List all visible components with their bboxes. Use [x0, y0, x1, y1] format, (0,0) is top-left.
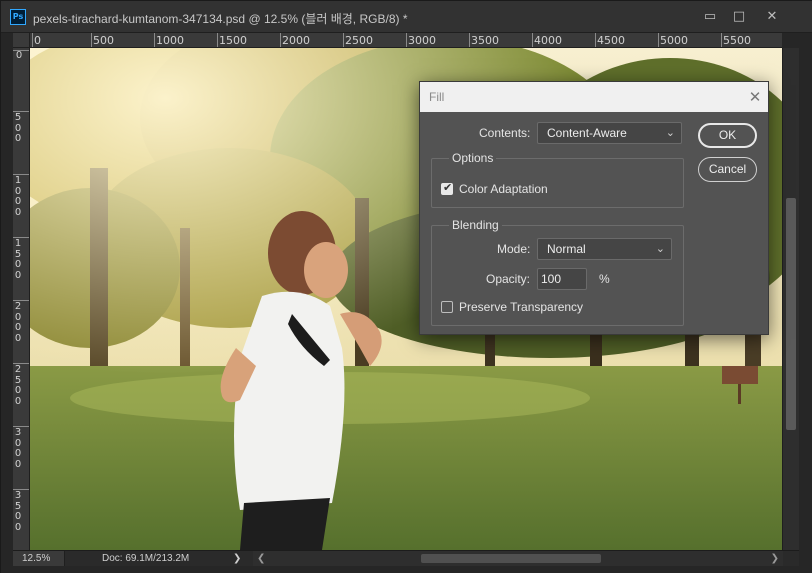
- ruler-tick: [406, 33, 407, 47]
- ok-button[interactable]: OK: [698, 123, 757, 148]
- minimize-button[interactable]: ▭: [696, 6, 724, 28]
- ruler-tick: [32, 33, 33, 47]
- ruler-label: 0: [34, 34, 41, 47]
- ruler-label: 4000: [534, 34, 562, 47]
- ruler-label: 500: [14, 112, 22, 144]
- color-adaptation-checkbox[interactable]: ✔: [441, 181, 453, 195]
- close-window-button[interactable]: ✕: [758, 6, 786, 28]
- ruler-label: 3000: [14, 427, 22, 470]
- mode-label: Mode:: [497, 242, 531, 256]
- ruler-label: 2500: [14, 364, 22, 407]
- contents-select[interactable]: Content-Aware ⌄: [537, 122, 682, 144]
- scroll-right-arrow-icon[interactable]: ❯: [771, 551, 779, 566]
- maximize-button[interactable]: □: [725, 6, 753, 28]
- ruler-label: 3500: [14, 490, 22, 533]
- dialog-close-icon[interactable]: ✕: [746, 88, 764, 106]
- color-adaptation-label: Color Adaptation: [459, 182, 548, 196]
- ruler-label: 1500: [219, 34, 247, 47]
- mode-select-value: Normal: [547, 242, 586, 256]
- preserve-transparency-checkbox[interactable]: [441, 301, 453, 313]
- cancel-button[interactable]: Cancel: [698, 157, 757, 182]
- ruler-label: 2500: [345, 34, 373, 47]
- ruler-tick: [532, 33, 533, 47]
- status-menu-arrow-icon[interactable]: ❯: [233, 551, 241, 566]
- ruler-label: 3000: [408, 34, 436, 47]
- ruler-label: 2000: [14, 301, 22, 344]
- window-bottom-edge: [1, 566, 812, 573]
- ruler-label: 4500: [597, 34, 625, 47]
- contents-label: Contents:: [479, 126, 531, 140]
- vertical-scrollbar[interactable]: [782, 48, 799, 550]
- opacity-unit: %: [599, 272, 610, 286]
- ruler-corner[interactable]: [13, 33, 30, 48]
- checkmark-icon: ✔: [443, 181, 453, 194]
- dialog-title: Fill: [429, 90, 445, 104]
- ruler-tick: [469, 33, 470, 47]
- ruler-tick: [154, 33, 155, 47]
- window-right-edge: [799, 33, 812, 573]
- fill-dialog: Fill ✕ Contents: Content-Aware ⌄ Options…: [419, 81, 769, 335]
- opacity-label: Opacity:: [486, 272, 531, 286]
- ruler-tick: [91, 33, 92, 47]
- ruler-label: 5000: [660, 34, 688, 47]
- photoshop-logo-icon: Ps: [10, 9, 26, 25]
- ruler-label: 1000: [14, 175, 22, 218]
- horizontal-scrollbar-thumb[interactable]: [421, 554, 601, 563]
- ruler-tick: [595, 33, 596, 47]
- ruler-label: 0: [15, 50, 23, 61]
- ruler-label: 5500: [723, 34, 751, 47]
- contents-select-value: Content-Aware: [547, 126, 627, 140]
- ruler-label: 500: [93, 34, 114, 47]
- chevron-down-icon: ⌄: [655, 242, 665, 255]
- options-group-title: Options: [449, 151, 497, 165]
- left-gutter: [1, 33, 13, 550]
- vertical-ruler[interactable]: 0 500 1000 1500 2000 2500 3000 3500: [13, 48, 30, 550]
- horizontal-ruler[interactable]: 0 500 1000 1500 2000 2500 3000 3500 4000…: [30, 33, 782, 48]
- horizontal-scrollbar[interactable]: ❮ ❯: [253, 551, 783, 566]
- document-info: Doc: 69.1M/213.2M: [102, 553, 190, 564]
- scroll-left-arrow-icon[interactable]: ❮: [257, 551, 265, 566]
- ruler-tick: [658, 33, 659, 47]
- ruler-tick: [343, 33, 344, 47]
- dialog-titlebar[interactable]: Fill ✕: [420, 82, 768, 112]
- ruler-tick: [217, 33, 218, 47]
- ruler-tick: [721, 33, 722, 47]
- ruler-label: 1000: [156, 34, 184, 47]
- document-titlebar: Ps pexels-tirachard-kumtanom-347134.psd …: [1, 1, 812, 33]
- document-title: pexels-tirachard-kumtanom-347134.psd @ 1…: [33, 12, 408, 26]
- ruler-tick: [280, 33, 281, 47]
- blending-group-title: Blending: [449, 218, 502, 232]
- mode-select[interactable]: Normal ⌄: [537, 238, 672, 260]
- ruler-label: 1500: [14, 238, 22, 281]
- ruler-label: 3500: [471, 34, 499, 47]
- ruler-label: 2000: [282, 34, 310, 47]
- preserve-transparency-label: Preserve Transparency: [459, 300, 584, 314]
- status-bar: 12.5% Doc: 69.1M/213.2M ❯ ❮ ❯: [13, 550, 799, 566]
- opacity-input[interactable]: 100: [537, 268, 587, 290]
- chevron-down-icon: ⌄: [665, 126, 675, 139]
- zoom-field[interactable]: 12.5%: [13, 551, 65, 566]
- vertical-scrollbar-thumb[interactable]: [786, 198, 796, 430]
